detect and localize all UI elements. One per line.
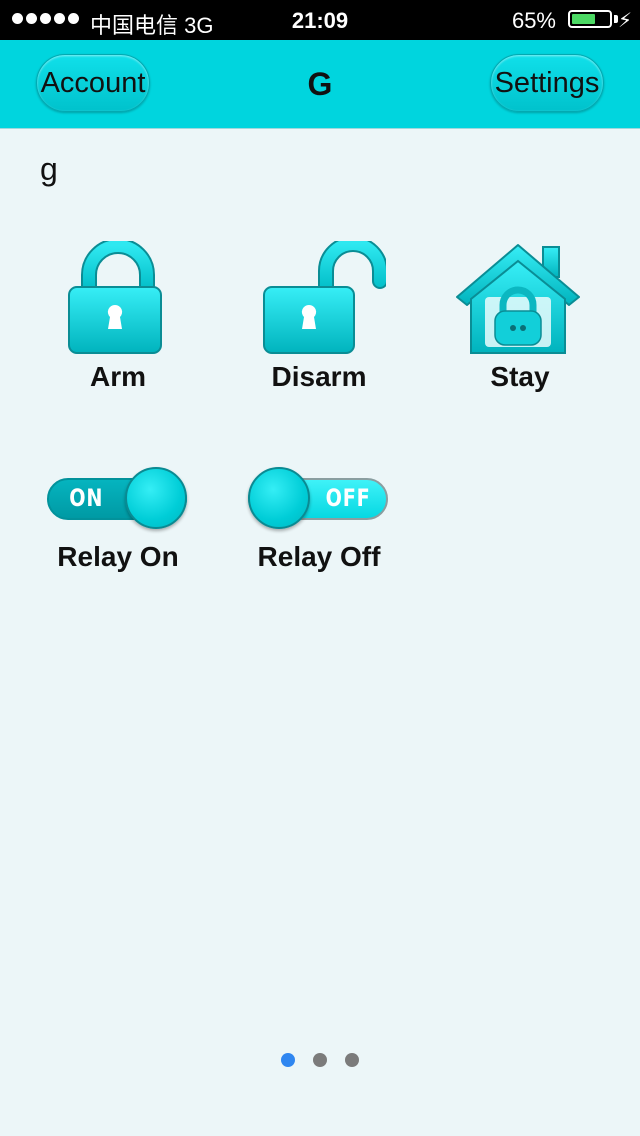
- page-dot-3[interactable]: [345, 1053, 359, 1067]
- page-dot-2[interactable]: [313, 1053, 327, 1067]
- main-content: g Arm Disarm Stay ON Relay On OFF Relay …: [0, 129, 640, 1136]
- relay-on-switch[interactable]: ON: [47, 467, 187, 529]
- switch-off-text: OFF: [325, 484, 371, 512]
- page-dot-1[interactable]: [281, 1053, 295, 1067]
- battery-percent: 65%: [511, 8, 556, 33]
- page-indicator[interactable]: [0, 1053, 640, 1069]
- locked-padlock-icon: [68, 241, 162, 354]
- switch-knob: [248, 467, 310, 529]
- disarm-button[interactable]: Disarm: [224, 241, 414, 401]
- switch-knob: [125, 467, 187, 529]
- stay-button[interactable]: Stay: [425, 241, 615, 401]
- device-name: g: [40, 151, 58, 187]
- stay-label: Stay: [490, 361, 550, 392]
- disarm-label: Disarm: [271, 361, 367, 392]
- unlocked-padlock-icon: [263, 241, 386, 354]
- relay-on-label: Relay On: [57, 541, 179, 572]
- page-title: G: [307, 66, 333, 102]
- status-bar: 中国电信 3G 21:09 65% ⚡: [0, 0, 640, 40]
- nav-bar: Account G Settings: [0, 40, 640, 129]
- arm-label: Arm: [89, 361, 146, 392]
- house-lock-icon: [456, 244, 580, 354]
- settings-button[interactable]: Settings: [490, 54, 604, 112]
- relay-off-label: Relay Off: [257, 541, 381, 572]
- relay-on-button[interactable]: ON Relay On: [23, 465, 213, 575]
- account-button[interactable]: Account: [36, 54, 150, 112]
- switch-on-text: ON: [69, 484, 104, 512]
- arm-button[interactable]: Arm: [23, 241, 213, 401]
- relay-off-button[interactable]: OFF Relay Off: [224, 465, 414, 575]
- battery-icon: [568, 10, 612, 28]
- relay-off-switch[interactable]: OFF: [248, 467, 388, 529]
- charging-bolt-icon: ⚡: [617, 10, 632, 32]
